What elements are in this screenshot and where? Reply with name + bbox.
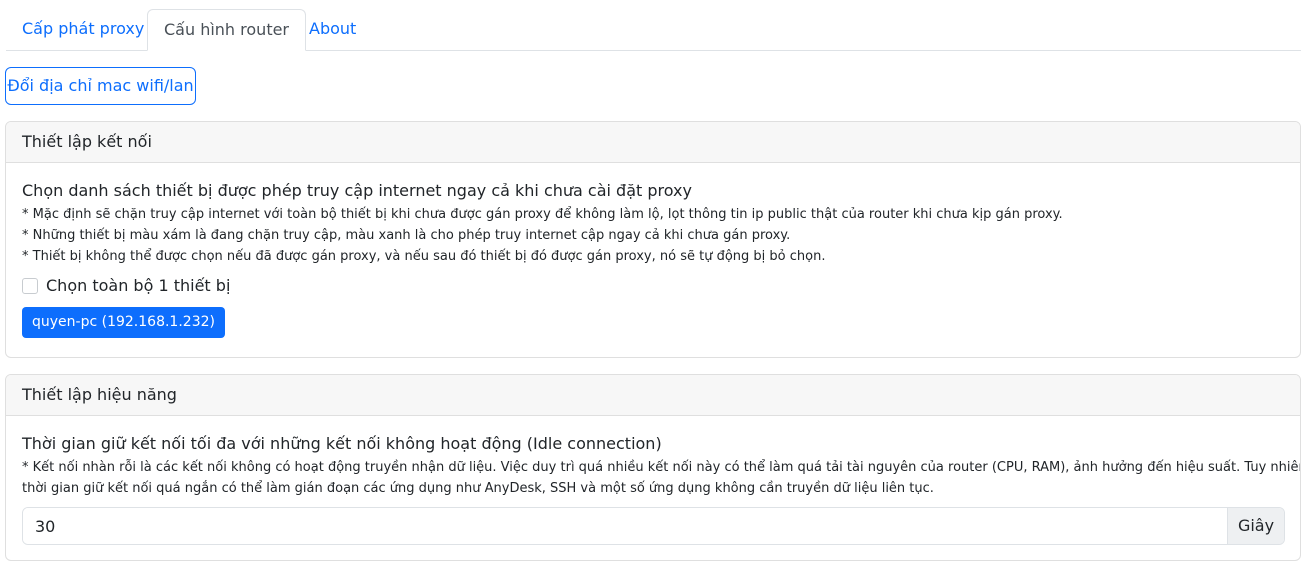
connection-settings-header: Thiết lập kết nối	[6, 122, 1300, 163]
select-all-checkbox[interactable]	[22, 277, 38, 294]
select-all-row: Chọn toàn bộ 1 thiết bị	[22, 276, 230, 295]
connection-note-1: * Mặc định sẽ chặn truy cập internet với…	[22, 207, 1063, 222]
tab-proxy-allocation[interactable]: Cấp phát proxy	[6, 9, 160, 51]
connection-note-3: * Thiết bị không thể được chọn nếu đã đư…	[22, 249, 826, 264]
nav-tabs: Cấp phát proxy Cấu hình router About	[6, 9, 1301, 51]
connection-lead-text: Chọn danh sách thiết bị được phép truy c…	[22, 181, 692, 200]
performance-note-1: * Kết nối nhàn rỗi là các kết nối không …	[22, 460, 1301, 475]
idle-timeout-input-group: Giây	[22, 507, 1285, 545]
tab-about[interactable]: About	[293, 9, 372, 51]
change-mac-button[interactable]: Đổi địa chỉ mac wifi/lan	[5, 67, 196, 105]
performance-settings-card: Thiết lập hiệu năng Thời gian giữ kết nố…	[5, 374, 1301, 561]
connection-settings-card: Thiết lập kết nối Chọn danh sách thiết b…	[5, 121, 1301, 358]
performance-lead-text: Thời gian giữ kết nối tối đa với những k…	[22, 434, 662, 453]
idle-timeout-unit: Giây	[1227, 508, 1284, 544]
connection-note-2: * Những thiết bị màu xám là đang chặn tr…	[22, 228, 791, 243]
performance-note-2: thời gian giữ kết nối quá ngắn có thể là…	[22, 481, 934, 496]
select-all-label[interactable]: Chọn toàn bộ 1 thiết bị	[46, 276, 230, 295]
idle-timeout-input[interactable]	[23, 508, 1227, 544]
tab-router-config[interactable]: Cấu hình router	[147, 9, 307, 51]
device-toggle-button[interactable]: quyen-pc (192.168.1.232)	[22, 307, 225, 338]
performance-settings-header: Thiết lập hiệu năng	[6, 375, 1300, 416]
